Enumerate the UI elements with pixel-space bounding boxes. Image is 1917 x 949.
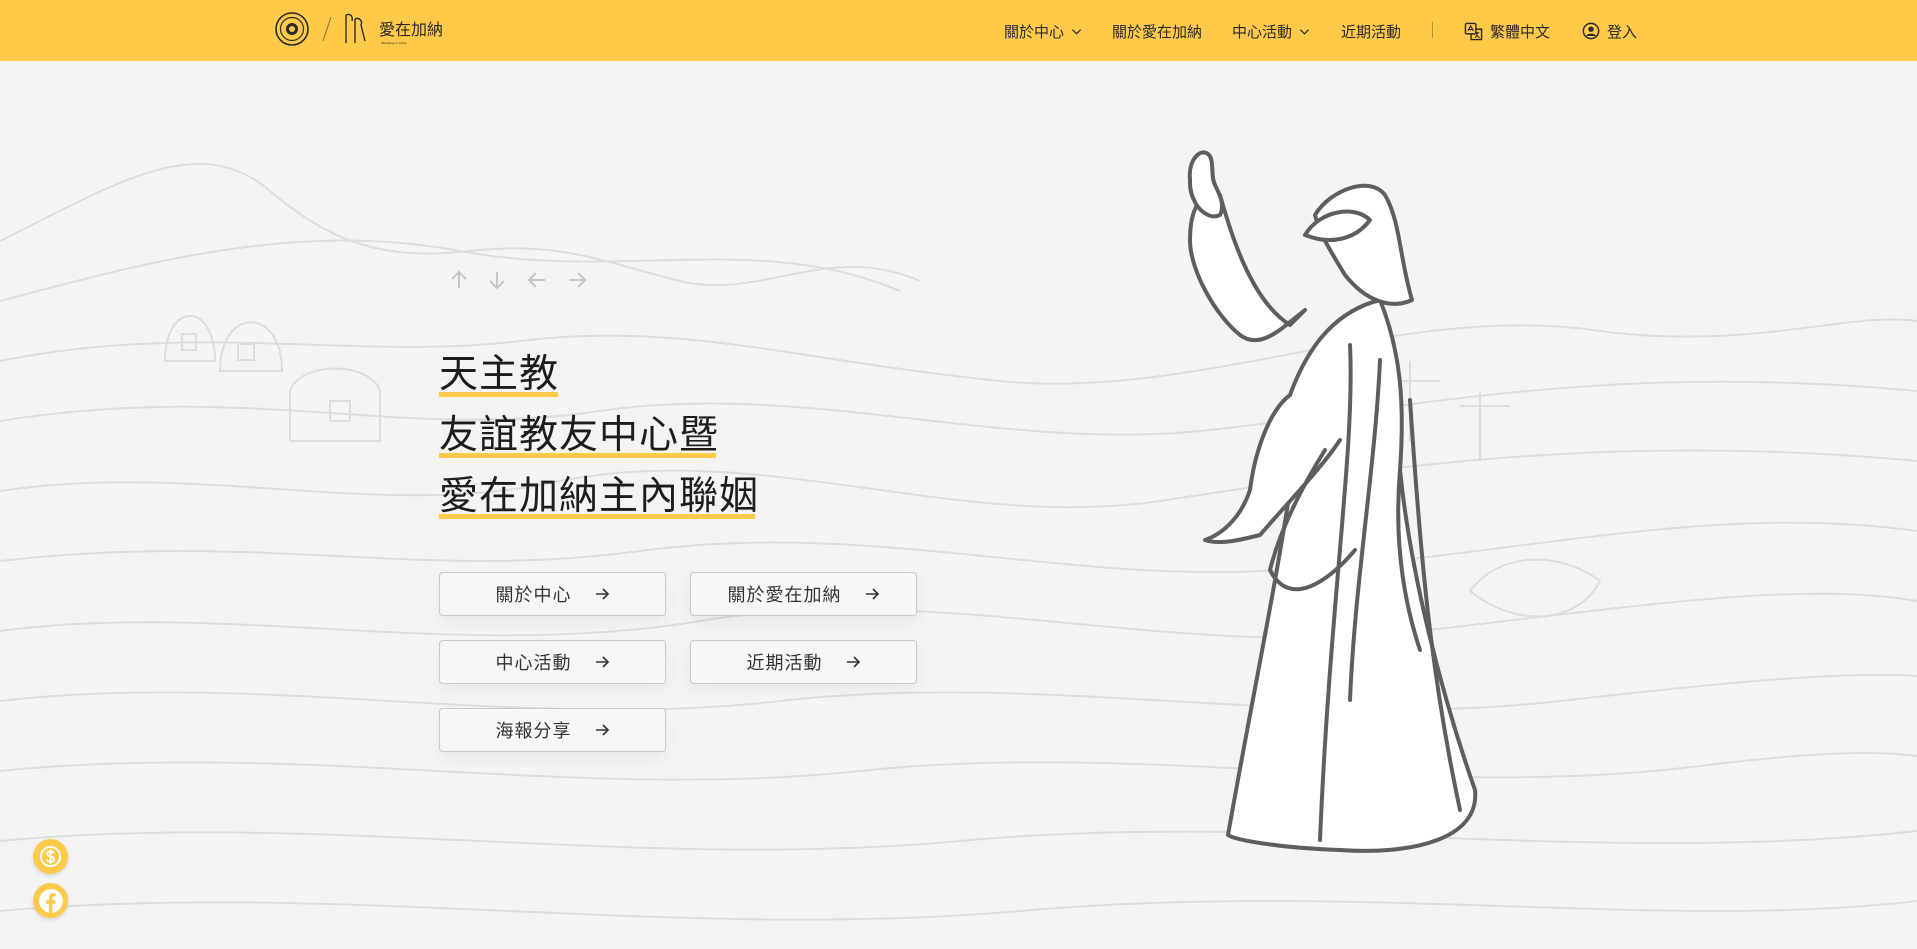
nav-item-label: 關於愛在加納 (1112, 22, 1203, 41)
nav-item-about-cana[interactable]: 關於愛在加納 (1112, 20, 1202, 42)
arrow-down-icon[interactable] (485, 268, 509, 292)
arrow-right-icon (846, 656, 860, 668)
logo-divider-slash (322, 16, 332, 42)
arrow-right-icon[interactable] (565, 268, 589, 292)
nav-item-label: 中心活動 (1232, 22, 1293, 41)
nav-item-label: 近期活動 (1341, 22, 1402, 41)
nav-item-about-center[interactable]: 關於中心 (1004, 20, 1082, 42)
nav-item-recent-activities[interactable]: 近期活動 (1341, 20, 1401, 42)
chevron-down-icon (1299, 28, 1310, 35)
arrow-right-icon (595, 588, 609, 600)
center-activities-button[interactable]: 中心活動 (439, 640, 666, 684)
nav-item-center-activities[interactable]: 中心活動 (1232, 20, 1310, 42)
donate-button[interactable] (33, 839, 68, 874)
arrow-up-icon[interactable] (447, 268, 471, 292)
dollar-icon (39, 845, 62, 868)
center-seal-logo[interactable] (275, 12, 309, 46)
headline-line-3: 愛在加納主內聯姻 (439, 474, 760, 519)
button-label: 中心活動 (495, 653, 572, 674)
background-landscape-illustration (0, 162, 1917, 921)
language-switcher[interactable]: 繁體中文 (1464, 20, 1550, 42)
headline-line-2: 友誼教友中心暨 (439, 413, 720, 458)
language-label: 繁體中文 (1490, 22, 1551, 41)
button-label: 關於愛在加納 (727, 585, 842, 606)
user-icon (1582, 22, 1600, 40)
top-navigation-bar: 愛在加納 Wedding in Cana 關於中心 關於愛在加納 中心活動 近期… (0, 0, 1917, 61)
about-center-button[interactable]: 關於中心 (439, 572, 666, 616)
brand-logo[interactable]: 愛在加納 Wedding in Cana (343, 11, 448, 47)
arrow-left-icon[interactable] (525, 268, 549, 292)
brand-logo-subtext: Wedding in Cana (381, 41, 407, 45)
nav-item-label: 關於中心 (1004, 22, 1065, 41)
button-label: 近期活動 (746, 653, 823, 674)
button-label: 海報分享 (495, 721, 572, 742)
nav-divider (1432, 22, 1433, 38)
arrow-right-icon (865, 588, 879, 600)
chevron-down-icon (1071, 28, 1082, 35)
arrow-right-icon (595, 724, 609, 736)
translate-icon (1464, 22, 1483, 40)
about-cana-button[interactable]: 關於愛在加納 (690, 572, 917, 616)
arrow-right-icon (595, 656, 609, 668)
button-label: 關於中心 (495, 585, 572, 606)
praying-figure-illustration (1187, 150, 1478, 853)
brand-logo-text: 愛在加納 (379, 20, 443, 39)
login-label: 登入 (1607, 22, 1638, 41)
facebook-icon (38, 888, 63, 913)
facebook-button[interactable] (33, 883, 68, 918)
login-link[interactable]: 登入 (1582, 20, 1637, 42)
poster-share-button[interactable]: 海報分享 (439, 708, 666, 752)
recent-activities-button[interactable]: 近期活動 (690, 640, 917, 684)
headline-line-1: 天主教 (439, 352, 560, 397)
